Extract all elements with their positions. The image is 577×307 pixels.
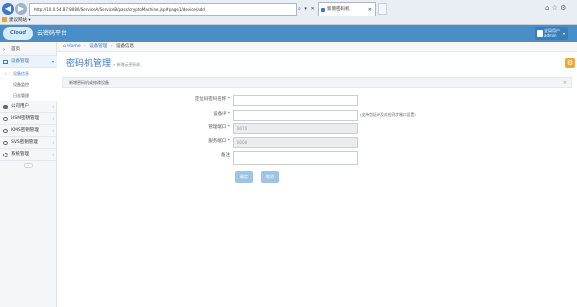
favorites-star-icon (2, 17, 7, 22)
home-icon: ⌂ (63, 44, 66, 49)
sidebar-item-hsm-keys[interactable]: HSM密钥管理 ‹ (0, 113, 57, 125)
label-remark: 备注 (221, 153, 230, 158)
sidebar-subitem-device-monitor[interactable]: 设备监控 (0, 79, 57, 90)
key-icon (3, 141, 8, 145)
sidebar-item-label: 系统管理 (11, 152, 29, 157)
chevron-left-icon: ‹ (52, 140, 54, 145)
window-controls-icon[interactable]: ⌂ ☆ ⚙ (545, 4, 566, 12)
users-icon (3, 105, 8, 109)
chevron-down-icon: ▾ (562, 31, 565, 36)
alert-text: 新增密码机或修改设备 (69, 80, 109, 85)
management-port-input[interactable]: 8070 (233, 123, 358, 134)
browser-tab[interactable]: 新增密码机 × (318, 2, 376, 16)
favorites-label: 建议网站 ▾ (9, 18, 31, 23)
chevron-down-icon: ▾ (51, 59, 54, 64)
chevron-left-icon: ‹ (52, 104, 54, 109)
breadcrumb-current: 设备信息 (115, 44, 134, 49)
sidebar-item-label: 首页 (11, 47, 20, 52)
chevron-left-icon: ‹ (52, 128, 54, 133)
sidebar-item-system[interactable]: 系统管理 ‹ (0, 149, 57, 161)
gear-icon: ⚙ (566, 59, 574, 67)
sidebar-item-home[interactable]: › 首页 (0, 44, 57, 56)
service-port-input[interactable]: 8008 (233, 137, 358, 148)
sidebar-item-label: 公司用户 (11, 104, 29, 109)
breadcrumb-separator: › (110, 44, 113, 49)
device-ip-input[interactable] (233, 110, 358, 121)
back-arrow-icon[interactable]: ◀ (2, 3, 14, 15)
chevron-left-icon: ‹ (52, 152, 54, 157)
remark-textarea[interactable] (233, 151, 358, 165)
breadcrumb-home-link[interactable]: Home (67, 44, 80, 49)
browser-chrome: ◀ ▶ http://10.0.54.87:8080/ServiceA/Serv… (0, 0, 577, 25)
device-ip-hint: (支持包括IP及对应同步端口设置) (360, 112, 416, 117)
gear-icon (3, 153, 8, 157)
sidebar-item-kms-keys[interactable]: KMS密钥管理 ‹ (0, 125, 57, 137)
page-subtitle: » 新增云密码机 (113, 62, 141, 67)
sidebar-subitem-device-info[interactable]: › 设备信息 (0, 68, 57, 79)
forward-arrow-icon[interactable]: ▶ (15, 3, 27, 15)
label-service-port: 服务端口 * (208, 139, 230, 144)
breadcrumb-separator: › (84, 44, 86, 49)
breadcrumb: ⌂ Home › 设备管理 › 设备信息 (57, 42, 577, 52)
sidebar-collapse-button[interactable]: « (24, 163, 33, 168)
sidebar-item-label: HSM密钥管理 (11, 116, 40, 121)
settings-gear-button[interactable]: ⚙ (565, 58, 575, 68)
sidebar-subitem-log-management[interactable]: 日志管理 (0, 90, 57, 101)
chevron-right-icon: › (3, 47, 5, 53)
key-icon (3, 129, 8, 133)
sidebar-item-label: 设备管理 (11, 59, 29, 64)
monitor-icon (3, 60, 8, 64)
user-menu-button[interactable]: 全局用户 admin ▾ (535, 27, 568, 40)
favorites-bar[interactable]: 建议网站 ▾ (2, 17, 31, 24)
label-management-port: 管理端口 * (208, 125, 230, 130)
page-title: 密码机管理» 新增云密码机 (66, 58, 141, 71)
cancel-button[interactable]: 取消 (261, 171, 279, 183)
sidebar: › 首页 设备管理 ▾ › 设备信息 设备监控 日志管理 公司用户 ‹ HSM密… (0, 42, 57, 307)
close-icon[interactable]: × (563, 78, 567, 88)
submit-button[interactable]: 确定 (235, 171, 253, 183)
breadcrumb-device-management-link[interactable]: 设备管理 (89, 44, 107, 49)
sidebar-item-label: 设备监控 (13, 82, 29, 87)
tab-favicon-icon (321, 8, 325, 12)
sidebar-item-svs-keys[interactable]: SVS密钥管理 ‹ (0, 137, 57, 149)
address-controls[interactable]: ⌕ ▾ ✕ (298, 3, 316, 16)
sidebar-item-label: SVS密钥管理 (11, 140, 38, 145)
sidebar-item-label: KMS密钥管理 (11, 128, 39, 133)
label-machine-name: 定位码密码名称 * (194, 97, 230, 102)
tab-title: 新增密码机 (327, 7, 350, 12)
machine-name-input[interactable] (233, 95, 358, 106)
chevron-right-icon: › (5, 71, 7, 76)
address-bar[interactable]: http://10.0.54.87:8080/ServiceA/ServiceB… (29, 3, 297, 16)
sidebar-item-label: 设备信息 (13, 71, 29, 76)
sidebar-item-label: 日志管理 (13, 93, 29, 98)
app-header: Cloud 云密码平台 全局用户 admin ▾ (0, 25, 577, 42)
app-logo[interactable]: Cloud (3, 27, 33, 40)
key-icon (3, 117, 8, 121)
info-alert: 新增密码机或修改设备 × (62, 77, 572, 88)
page-title-text: 密码机管理 (66, 59, 112, 69)
chevron-left-icon: ‹ (52, 116, 54, 121)
avatar (537, 30, 543, 37)
new-tab-button[interactable] (378, 3, 387, 15)
tab-close-icon[interactable]: × (368, 3, 372, 16)
sidebar-item-company-users[interactable]: 公司用户 ‹ (0, 101, 57, 113)
app-title: 云密码平台 (37, 30, 68, 37)
label-device-ip: 设备IP * (213, 112, 230, 117)
sidebar-item-device-management[interactable]: 设备管理 ▾ (0, 56, 57, 68)
